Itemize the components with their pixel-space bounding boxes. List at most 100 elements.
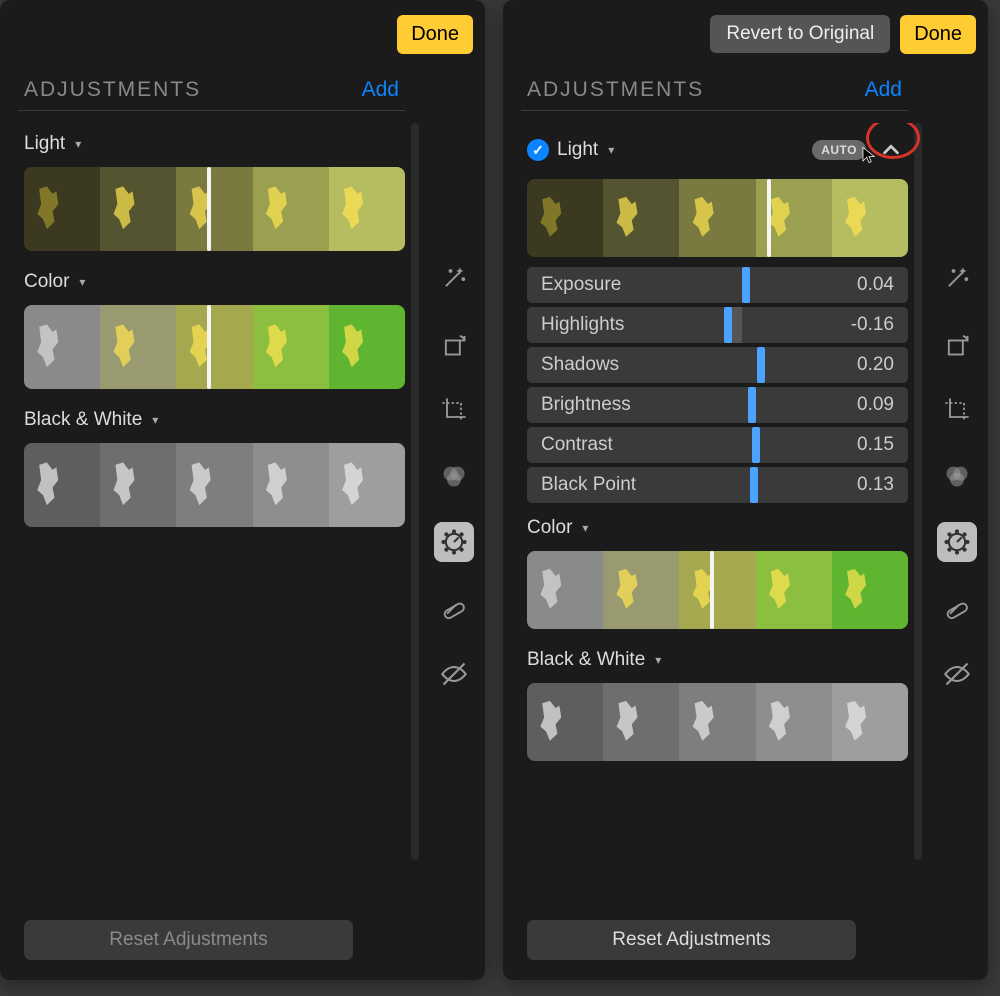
slider-thumb[interactable] — [750, 467, 758, 503]
group-light-header[interactable]: Light ▾ — [24, 123, 405, 163]
color-strip[interactable] — [24, 305, 405, 389]
slider-label: Highlights — [541, 314, 649, 336]
slider-label: Contrast — [541, 434, 649, 456]
slider-value: -0.16 — [836, 314, 894, 336]
auto-badge[interactable]: AUTO — [812, 140, 866, 160]
slider-track[interactable] — [649, 467, 836, 503]
slider-value: 0.20 — [836, 354, 894, 376]
slider-thumb[interactable] — [748, 387, 756, 423]
slider-highlights[interactable]: Highlights -0.16 — [527, 307, 908, 343]
slider-label: Exposure — [541, 274, 649, 296]
filters-icon[interactable] — [434, 456, 474, 496]
bw-strip[interactable] — [527, 683, 908, 761]
group-color-header[interactable]: Color ▾ — [24, 261, 405, 301]
slider-shadows[interactable]: Shadows 0.20 — [527, 347, 908, 383]
panel-toolbar: Revert to Original Done — [503, 0, 988, 68]
rotate-icon[interactable] — [434, 324, 474, 364]
slider-label: Black Point — [541, 474, 649, 496]
group-light-label: Light — [24, 133, 65, 155]
magic-wand-icon[interactable] — [937, 258, 977, 298]
section-header: ADJUSTMENTS Add — [503, 78, 926, 110]
group-bw-header[interactable]: Black & White ▾ — [527, 639, 908, 679]
light-indicator[interactable] — [767, 179, 771, 257]
tool-column — [423, 68, 485, 980]
group-color-header[interactable]: Color ▾ — [527, 507, 908, 547]
group-bw-label: Black & White — [24, 409, 142, 431]
slider-track[interactable] — [649, 427, 836, 463]
collapse-chevron-icon[interactable] — [874, 133, 908, 167]
adjustments-title: ADJUSTMENTS — [24, 78, 201, 102]
redeye-icon[interactable] — [937, 654, 977, 694]
divider — [18, 110, 405, 111]
slider-track[interactable] — [649, 267, 836, 303]
slider-label: Brightness — [541, 394, 649, 416]
add-button[interactable]: Add — [362, 78, 399, 102]
slider-brightness[interactable]: Brightness 0.09 — [527, 387, 908, 423]
slider-value: 0.13 — [836, 474, 894, 496]
light-strip[interactable] — [24, 167, 405, 251]
adjustments-panel-expanded: Revert to Original Done ADJUSTMENTS Add … — [503, 0, 988, 980]
scroll-area[interactable]: Light ▾ Color ▾ — [0, 123, 423, 980]
redeye-icon[interactable] — [434, 654, 474, 694]
chevron-down-icon: ▾ — [75, 137, 81, 151]
slider-thumb[interactable] — [752, 427, 760, 463]
slider-label: Shadows — [541, 354, 649, 376]
light-indicator[interactable] — [207, 167, 211, 251]
slider-track[interactable] — [649, 347, 836, 383]
group-light-header[interactable]: ✓ Light ▾ AUTO — [527, 123, 908, 175]
light-strip[interactable] — [527, 179, 908, 257]
content-column: ADJUSTMENTS Add ✓ Light ▾ AUTO — [503, 68, 926, 980]
retouch-icon[interactable] — [937, 588, 977, 628]
group-bw-label: Black & White — [527, 649, 645, 671]
panel-body: ADJUSTMENTS Add Light ▾ — [0, 68, 485, 980]
bw-strip[interactable] — [24, 443, 405, 527]
reset-adjustments-button[interactable]: Reset Adjustments — [24, 920, 353, 960]
slider-black-point[interactable]: Black Point 0.13 — [527, 467, 908, 503]
magic-wand-icon[interactable] — [434, 258, 474, 298]
reset-adjustments-button[interactable]: Reset Adjustments — [527, 920, 856, 960]
color-indicator[interactable] — [207, 305, 211, 389]
adjustments-title: ADJUSTMENTS — [527, 78, 704, 102]
slider-thumb[interactable] — [724, 307, 732, 343]
check-icon[interactable]: ✓ — [527, 139, 549, 161]
filters-icon[interactable] — [937, 456, 977, 496]
slider-exposure[interactable]: Exposure 0.04 — [527, 267, 908, 303]
color-strip[interactable] — [527, 551, 908, 629]
slider-value: 0.15 — [836, 434, 894, 456]
color-indicator[interactable] — [710, 551, 714, 629]
crop-icon[interactable] — [937, 390, 977, 430]
content-column: ADJUSTMENTS Add Light ▾ — [0, 68, 423, 980]
group-color-label: Color — [527, 517, 572, 539]
slider-value: 0.09 — [836, 394, 894, 416]
crop-icon[interactable] — [434, 390, 474, 430]
rotate-icon[interactable] — [937, 324, 977, 364]
done-button[interactable]: Done — [900, 15, 976, 54]
group-bw-header[interactable]: Black & White ▾ — [24, 399, 405, 439]
slider-thumb[interactable] — [742, 267, 750, 303]
scroll-area[interactable]: ✓ Light ▾ AUTO — [503, 123, 926, 980]
scrollbar[interactable] — [914, 123, 922, 860]
light-sliders: Exposure 0.04 Highlights -0.16 Shadows 0.20 Br… — [527, 267, 908, 503]
revert-button[interactable]: Revert to Original — [710, 15, 890, 53]
section-header: ADJUSTMENTS Add — [0, 78, 423, 110]
panel-body: ADJUSTMENTS Add ✓ Light ▾ AUTO — [503, 68, 988, 980]
add-button[interactable]: Add — [865, 78, 902, 102]
chevron-down-icon: ▾ — [608, 143, 614, 157]
done-button[interactable]: Done — [397, 15, 473, 54]
slider-contrast[interactable]: Contrast 0.15 — [527, 427, 908, 463]
group-color-label: Color — [24, 271, 69, 293]
slider-track[interactable] — [649, 307, 836, 343]
chevron-down-icon: ▾ — [655, 653, 661, 667]
retouch-icon[interactable] — [434, 588, 474, 628]
panel-toolbar: Done — [0, 0, 485, 68]
slider-value: 0.04 — [836, 274, 894, 296]
adjustments-panel-collapsed: Done ADJUSTMENTS Add Light ▾ — [0, 0, 485, 980]
chevron-down-icon: ▾ — [582, 521, 588, 535]
slider-track[interactable] — [649, 387, 836, 423]
chevron-down-icon: ▾ — [79, 275, 85, 289]
adjust-icon[interactable] — [937, 522, 977, 562]
group-light-label: Light — [557, 139, 598, 161]
adjust-icon[interactable] — [434, 522, 474, 562]
slider-thumb[interactable] — [757, 347, 765, 383]
scrollbar[interactable] — [411, 123, 419, 860]
